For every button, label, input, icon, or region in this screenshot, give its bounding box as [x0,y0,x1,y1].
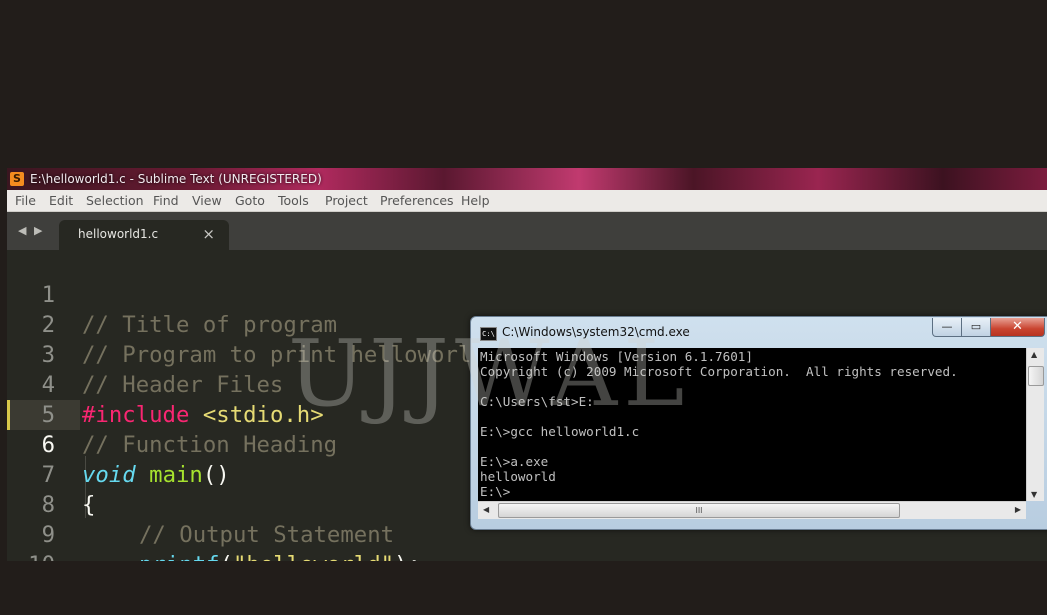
scroll-down-icon[interactable]: ▼ [1031,490,1037,499]
menu-bar: File Edit Selection Find View Goto Tools… [7,190,1047,212]
string-literal: "helloworld" [233,552,394,561]
scroll-up-icon[interactable]: ▲ [1031,350,1037,359]
menu-file[interactable]: File [15,190,36,211]
menu-view[interactable]: View [192,190,222,211]
scroll-right-icon[interactable]: ▶ [1015,505,1021,514]
cmd-title: C:\Windows\system32\cmd.exe [502,325,690,339]
console-line: C:\Users\fst>E: [480,394,594,409]
menu-preferences[interactable]: Preferences [380,190,454,211]
menu-edit[interactable]: Edit [49,190,73,211]
maximize-button[interactable]: ▭ [961,318,991,337]
console-line: helloworld [480,469,556,484]
scroll-thumb[interactable] [1028,366,1044,386]
console-line: Copyright (c) 2009 Microsoft Corporation… [480,364,958,379]
menu-help[interactable]: Help [461,190,490,211]
window-title: E:\helloworld1.c - Sublime Text (UNREGIS… [30,172,322,186]
tab-helloworld1[interactable]: helloworld1.c × [59,220,229,250]
cmd-app-icon: C:\ [480,327,497,341]
console-line: E:\>gcc helloworld1.c [480,424,640,439]
tab-label: helloworld1.c [78,227,159,241]
minimize-button[interactable]: — [932,318,962,337]
horizontal-scrollbar[interactable]: ◀ III ▶ [478,501,1026,519]
open-paren: ( [220,552,233,561]
tab-close-icon[interactable]: × [202,225,215,243]
scroll-left-icon[interactable]: ◀ [483,505,489,514]
console-line: Microsoft Windows [Version 6.1.7601] [480,349,753,364]
tab-nav-arrows-icon[interactable]: ◀ ▶ [18,224,44,237]
close-button[interactable]: ✕ [990,318,1045,337]
console-prompt: E:\> [480,484,511,499]
vertical-scrollbar[interactable]: ▲ ▼ [1026,348,1044,501]
console-output[interactable]: Microsoft Windows [Version 6.1.7601] Cop… [478,348,1026,501]
line-number: 10 [7,550,55,561]
console-line: E:\>a.exe [480,454,549,469]
menu-goto[interactable]: Goto [235,190,265,211]
menu-selection[interactable]: Selection [86,190,144,211]
code-line: 2 // Program to print helloworld [7,280,1047,368]
close-paren: ); [394,552,421,561]
tab-bar: ◀ ▶ helloworld1.c × [7,212,1047,250]
hscroll-thumb[interactable]: III [498,503,900,518]
title-bar[interactable]: S E:\helloworld1.c - Sublime Text (UNREG… [7,168,1047,190]
sublime-app-icon: S [10,172,24,186]
printf-function: printf [139,552,220,561]
menu-project[interactable]: Project [325,190,368,211]
code-line: 1 // Title of program [7,250,1047,338]
printf-statement: printf("helloworld"); [139,550,421,561]
cmd-window: C:\ C:\Windows\system32\cmd.exe — ▭ ✕ Mi… [470,316,1047,530]
menu-find[interactable]: Find [153,190,179,211]
menu-tools[interactable]: Tools [278,190,309,211]
